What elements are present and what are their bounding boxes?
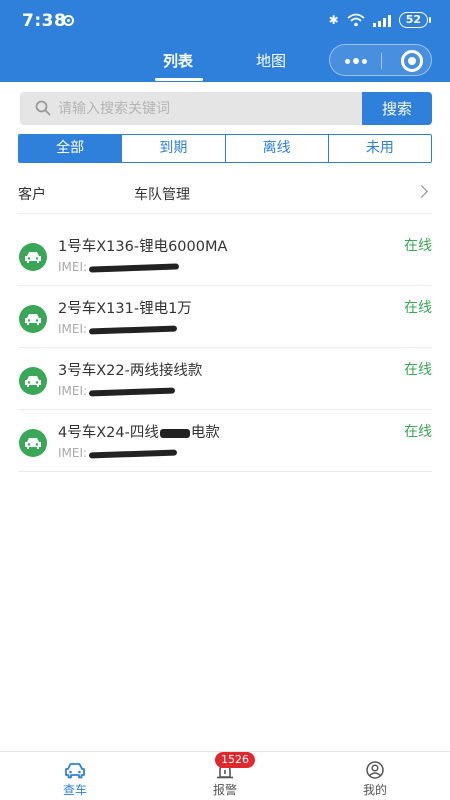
vehicle-item[interactable]: 3号车X22-两线接线款 IMEI: 在线 [18, 348, 432, 410]
filter-offline[interactable]: 离线 [224, 135, 328, 162]
status-indicators: ✱ 52 [328, 12, 432, 28]
tab-map[interactable]: 地图 [256, 50, 286, 71]
status-time: 7:38 [22, 11, 67, 31]
more-options-icon[interactable] [342, 54, 370, 68]
search-input[interactable] [58, 92, 353, 125]
nav-label: 报警 [212, 783, 237, 797]
vehicle-name: 1号车X136-锂电6000MA [58, 239, 228, 255]
imei-label: IMEI: [58, 260, 88, 274]
vehicle-name: 2号车X131-锂电1万 [58, 301, 192, 317]
status-badge: 在线 [404, 362, 432, 378]
vehicle-item[interactable]: 2号车X131-锂电1万 IMEI: 在线 [18, 286, 432, 348]
alarm-count-badge: 1526 [215, 752, 255, 768]
car-icon [19, 367, 47, 395]
battery-indicator: 52 [398, 12, 432, 28]
search-bar: 搜索 [20, 92, 432, 125]
vehicle-item[interactable]: 4号车X24-四线 电款 IMEI: 在线 [18, 410, 432, 472]
capsule-divider [381, 53, 382, 69]
filter-expired[interactable]: 到期 [121, 135, 225, 162]
filter-all[interactable]: 全部 [19, 135, 122, 162]
redacted-imei [88, 262, 180, 273]
signal-icon [372, 14, 391, 27]
status-bar: 7:38 ✱ 52 [0, 0, 450, 40]
car-icon [19, 305, 47, 333]
imei-label: IMEI: [58, 384, 88, 398]
location-indicator-icon [63, 15, 74, 26]
search-button[interactable]: 搜索 [362, 92, 432, 125]
search-box [20, 92, 362, 125]
profile-icon [366, 761, 384, 779]
car-icon [19, 429, 47, 457]
vehicle-name: 4号车X24-四线 电款 [58, 421, 220, 442]
nav-label: 查车 [62, 783, 87, 797]
nav-profile[interactable]: 我的 [335, 752, 415, 800]
app-header: 7:38 ✱ 52 列表 地图 [0, 0, 450, 82]
miniprogram-capsule [329, 44, 432, 76]
bluetooth-icon: ✱ [328, 13, 339, 27]
wifi-icon [347, 13, 365, 27]
redacted-imei [88, 387, 176, 396]
status-badge: 在线 [404, 300, 432, 316]
vehicle-list: 1号车X136-锂电6000MA IMEI: 在线 2号车X131-锂电1万 I… [18, 224, 432, 472]
vehicle-imei: IMEI: [58, 260, 180, 274]
tab-list[interactable]: 列表 [163, 50, 193, 71]
nav-label: 我的 [362, 783, 387, 797]
nav-find-car[interactable]: 查车 [35, 752, 115, 800]
vehicle-name-prefix: 4号车X24-四线 [58, 425, 159, 441]
imei-label: IMEI: [58, 446, 88, 460]
fleet-name: 车队管理 [134, 187, 190, 203]
redacted-imei [88, 448, 178, 459]
fleet-selector[interactable]: 客户 车队管理 [18, 176, 432, 214]
status-badge: 在线 [404, 424, 432, 440]
customer-label: 客户 [18, 187, 46, 203]
vehicle-imei: IMEI: [58, 384, 176, 398]
vehicle-item[interactable]: 1号车X136-锂电6000MA IMEI: 在线 [18, 224, 432, 286]
imei-label: IMEI: [58, 322, 88, 336]
redacted-imei [88, 324, 178, 335]
active-tab-indicator [155, 78, 203, 81]
car-icon [65, 763, 85, 779]
filter-tabs: 全部 到期 离线 未用 [18, 134, 432, 163]
filter-unused[interactable]: 未用 [327, 135, 431, 162]
vehicle-imei: IMEI: [58, 322, 178, 336]
vehicle-name-suffix: 电款 [190, 425, 220, 441]
search-icon [35, 100, 51, 116]
vehicle-imei: IMEI: [58, 446, 178, 460]
redacted-text [159, 428, 190, 438]
close-miniprogram-icon[interactable] [401, 50, 423, 72]
car-icon [19, 243, 47, 271]
chevron-right-icon [415, 185, 428, 198]
vehicle-name: 3号车X22-两线接线款 [58, 363, 203, 379]
status-badge: 在线 [404, 238, 432, 254]
